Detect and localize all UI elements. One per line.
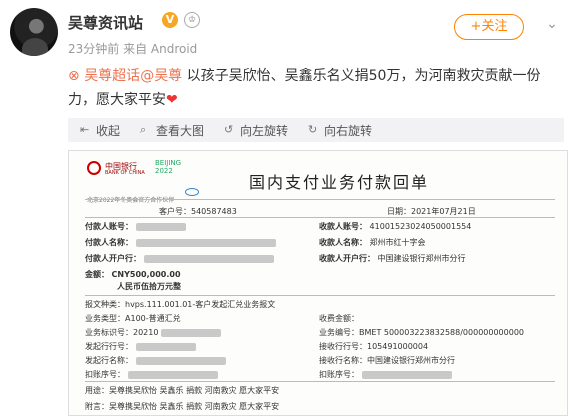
divider (85, 381, 555, 382)
business-type: 业务类型：A100-普通汇兑 (85, 314, 181, 323)
remark: 附言：吴尊携吴欣怡 吴鑫乐 捐款 河南救灾 愿大家平安 (85, 402, 280, 411)
user-name[interactable]: 吴尊资讯站 (68, 12, 143, 33)
mention-link[interactable]: @吴尊 (140, 68, 182, 84)
bank-logo-icon (87, 161, 101, 175)
receipt-header-logos: 中国银行 BANK OF CHINA BEIJING 2022 (87, 159, 199, 196)
olympic-rings-icon (185, 188, 199, 196)
beijing-2022-logo: BEIJING 2022 (155, 159, 182, 175)
topic-icon: ⊗ (68, 68, 85, 84)
avatar[interactable] (10, 8, 58, 56)
payer-bank: 付款人开户行： (85, 253, 274, 264)
follow-button[interactable]: +关注 (454, 14, 524, 40)
amount: 金额： CNY500,000.00 (85, 270, 181, 279)
receipt-image[interactable]: 中国银行 BANK OF CHINA BEIJING 2022 北京2022年冬… (68, 150, 568, 416)
receipt-date: 日期：2021年07月21日 (387, 207, 476, 216)
crown-icon: ♔ (184, 12, 200, 28)
collapse-label: 收起 (96, 123, 121, 138)
recv-bank-name: 接收行名称：中国建设银行郑州市分行 (319, 356, 455, 365)
recv-bank-no: 接收行行号：105491000004 (319, 342, 429, 351)
message-type: 报文种类：hvps.111.001.01-客户发起汇兑业务报文 (85, 300, 276, 309)
payee-bank: 收款人开户行： 中国建设银行郑州市分行 (319, 254, 466, 263)
payee-account: 收款人账号： 41001523024050001554 (319, 222, 472, 231)
weibo-post: 吴尊资讯站 V ♔ 23分钟前 来自 Android +关注 ⌄ ⊗ 吴尊超话@… (0, 0, 584, 416)
collapse-button[interactable]: ⇤ 收起 (80, 122, 120, 139)
post-meta: 23分钟前 来自 Android (68, 42, 198, 56)
view-large-button[interactable]: ⌕ 查看大图 (140, 122, 204, 139)
payee-name: 收款人名称： 郑州市红十字会 (319, 238, 426, 247)
view-large-label: 查看大图 (156, 123, 205, 138)
divider (85, 217, 555, 218)
more-menu-icon[interactable]: ⌄ (538, 16, 566, 36)
rotate-left-label: 向左旋转 (240, 123, 289, 138)
business-no: 业务标识号：20210 (85, 327, 221, 338)
rotate-left-icon: ↺ (224, 123, 234, 136)
customer-no: 客户号：540587483 (159, 207, 237, 216)
rotate-left-button[interactable]: ↺ 向左旋转 (224, 122, 288, 139)
debit-no-2: 扣账序号： (319, 369, 452, 380)
rotate-right-icon: ↻ (308, 123, 318, 136)
payer-account: 付款人账号： (85, 221, 186, 232)
verified-badge-icon: V (162, 12, 178, 28)
bank-ref: 业务编号：BMET 500003223832588/000000000000 (319, 328, 524, 337)
rotate-right-label: 向右旋转 (324, 123, 373, 138)
origin-bank-no: 发起行行号： (85, 341, 196, 352)
fee: 收费金额： (319, 314, 359, 323)
amount-words: 人民币伍拾万元整 (117, 282, 181, 291)
divider (85, 199, 555, 200)
debit-no: 扣账序号： (85, 369, 218, 380)
zoom-icon: ⌕ (140, 123, 147, 136)
divider (85, 295, 555, 296)
rotate-right-button[interactable]: ↻ 向右旋转 (308, 122, 372, 139)
image-toolbar: ⇤ 收起 ⌕ 查看大图 ↺ 向左旋转 ↻ 向右旋转 (68, 118, 564, 142)
topic-link[interactable]: 吴尊超话 (84, 68, 140, 84)
payer-name: 付款人名称： (85, 237, 276, 248)
receipt-title: 国内支付业务付款回单 (249, 173, 430, 192)
bank-sub: BANK OF CHINA (105, 170, 145, 176)
heart-icon: ❤ (166, 92, 178, 108)
collapse-icon: ⇤ (80, 123, 90, 136)
post-text: ⊗ 吴尊超话@吴尊 以孩子吴欣怡、吴鑫乐名义捐50万，为河南救灾贡献一份力，愿大… (68, 64, 568, 112)
sender-bank-name: 发起行名称： (85, 355, 226, 366)
purpose: 用途：吴尊携吴欣怡 吴鑫乐 捐款 河南救灾 愿大家平安 (85, 386, 280, 395)
